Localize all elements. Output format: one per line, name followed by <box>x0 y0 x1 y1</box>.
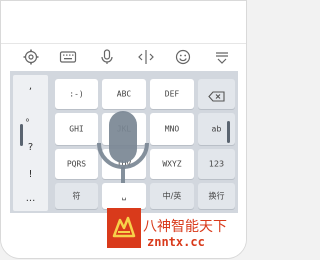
key-mno[interactable]: MNO <box>150 113 194 145</box>
symbol-key[interactable]: ... <box>13 193 48 204</box>
key-wxyz[interactable]: WXYZ <box>150 149 194 179</box>
key-tuv[interactable]: TUV <box>102 149 146 179</box>
symbol-scroll-indicator <box>20 124 23 146</box>
symbol-column[interactable]: , 。 ? ! ... <box>13 75 48 211</box>
backspace-icon <box>198 91 235 104</box>
key-def[interactable]: DEF <box>150 79 194 109</box>
key-symbols[interactable]: 符 <box>55 183 98 209</box>
right-scroll-indicator <box>227 121 230 143</box>
watermark: 八神智能天下 znntx.cc <box>107 208 248 256</box>
key-ghi[interactable]: GHI <box>55 113 98 145</box>
microphone-icon[interactable] <box>98 48 116 66</box>
key-newline[interactable]: 换行 <box>198 183 235 209</box>
emoji-icon[interactable] <box>174 48 192 66</box>
ime-toolbar <box>1 44 246 70</box>
watermark-logo-icon <box>107 208 141 248</box>
key-punctuation[interactable]: :-) <box>55 79 98 109</box>
watermark-url: znntx.cc <box>147 235 205 249</box>
gear-icon[interactable] <box>22 48 40 66</box>
key-jkl[interactable]: JKL <box>102 113 146 145</box>
cursor-move-icon[interactable] <box>137 48 155 66</box>
key-number[interactable]: 123 <box>198 149 235 179</box>
watermark-title: 八神智能天下 <box>143 219 227 235</box>
space-key[interactable]: ␣ <box>102 183 146 209</box>
backspace-key[interactable] <box>198 79 235 109</box>
keyboard-icon[interactable] <box>59 48 77 66</box>
key-abc[interactable]: ABC <box>102 79 146 109</box>
text-content-area[interactable] <box>1 1 246 44</box>
hide-keyboard-icon[interactable] <box>213 48 231 66</box>
key-pqrs[interactable]: PQRS <box>55 149 98 179</box>
symbol-key[interactable]: , <box>13 81 48 92</box>
symbol-key[interactable]: ! <box>13 169 48 180</box>
key-language-switch[interactable]: 中/英 <box>150 183 194 209</box>
symbol-key[interactable]: 。 <box>13 109 48 124</box>
symbol-key[interactable]: ? <box>13 142 48 153</box>
